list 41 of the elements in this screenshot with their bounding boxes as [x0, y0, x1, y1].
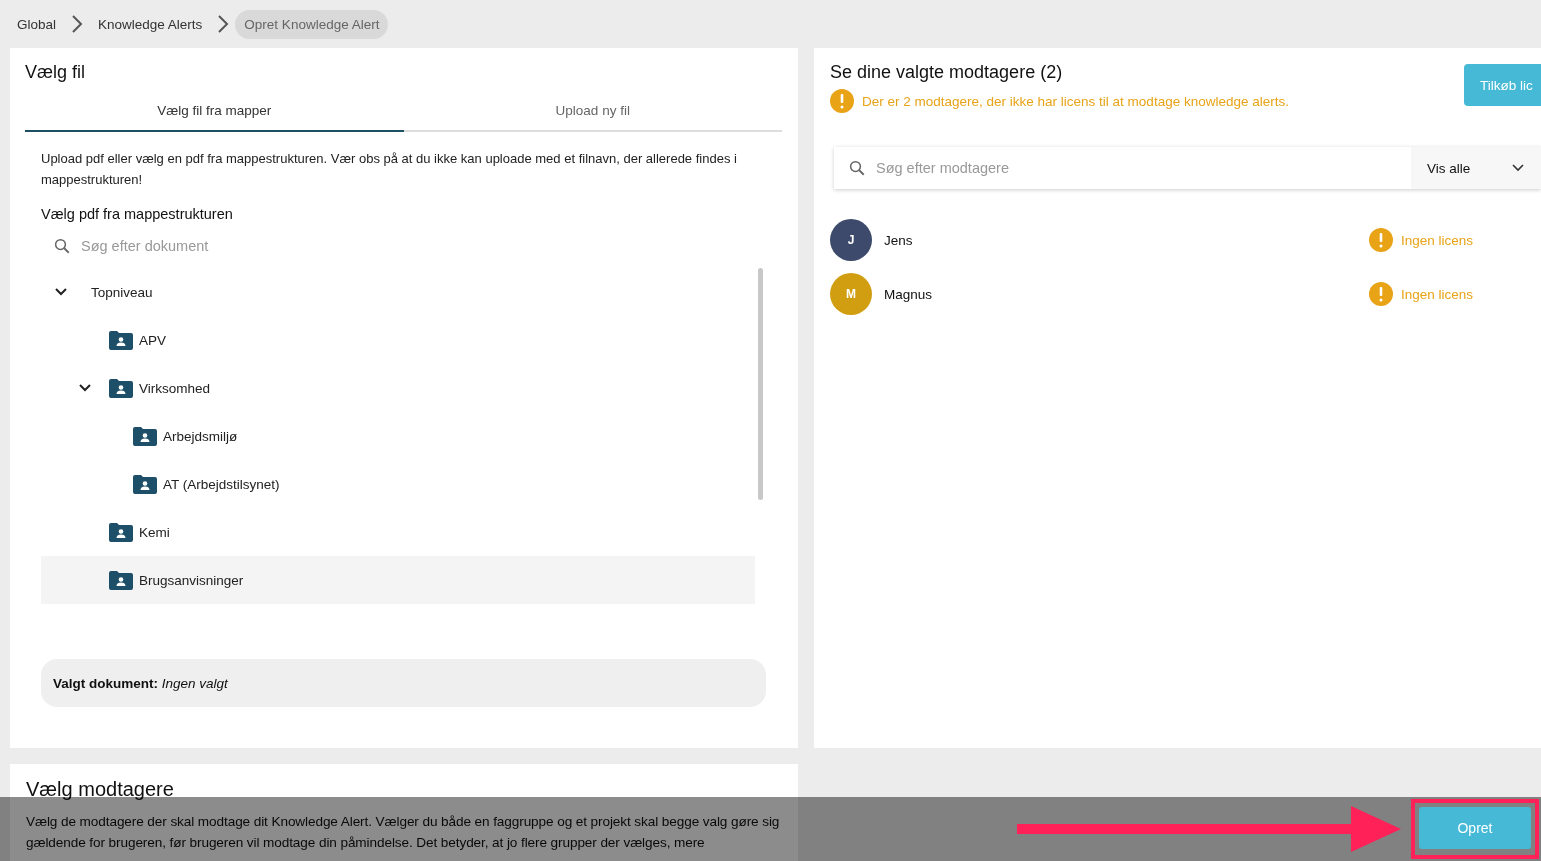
folder-icon: [109, 330, 133, 350]
tree-item[interactable]: Arbejdsmiljø: [41, 412, 755, 460]
tree-item[interactable]: Brugsanvisninger: [41, 556, 755, 604]
folder-icon: [133, 426, 157, 446]
description-text: Vælg de modtagere der skal modtage dit Knowledge Alert. Vælger du både en faggruppe og et projekt skal begge valg gøre sig gældende for brugeren, før brugeren vil modtage din påmindelse. Det betyder, at jo flere grupper der vælges, mere: [26, 813, 781, 852]
section-title: Vælg pdf fra mappestrukturen: [41, 206, 234, 222]
breadcrumb-link[interactable]: Opret Knowledge Alert: [235, 9, 389, 39]
breadcrumb-link[interactable]: Knowledge Alerts: [89, 9, 212, 39]
tree-item[interactable]: Kemi: [41, 508, 755, 556]
warning-icon: [1369, 282, 1393, 306]
breadcrumb-link[interactable]: Global: [8, 9, 66, 39]
search-icon: [848, 159, 866, 177]
tree-item[interactable]: Virksomhed: [41, 364, 755, 412]
recipient-name: Jens: [884, 232, 914, 248]
intro-text: Upload pdf eller vælg en pdf fra mappestrukturen. Vær obs på at du ikke kan uploade med et filnavn, der allerede findes i mappestrukturen!: [41, 150, 738, 189]
tree-item[interactable]: AT (Arbejdstilsynet): [41, 460, 755, 508]
selected-document: Valgt dokument: Ingen valgt: [41, 659, 766, 707]
tab[interactable]: Vælg fil fra mapper: [25, 93, 404, 132]
recipient-name: Magnus: [884, 286, 934, 302]
chevron-right-icon: [71, 14, 84, 34]
avatar: J: [830, 219, 872, 261]
warning-icon: [830, 89, 854, 113]
tree-item[interactable]: Topniveau: [41, 268, 755, 316]
folder-icon: [109, 570, 133, 590]
folder-icon: [109, 522, 133, 542]
warning-icon: [1369, 228, 1393, 252]
section-title: Vælg modtagere: [26, 778, 175, 801]
card-title: Vælg fil: [25, 62, 87, 83]
chevron-right-icon: [217, 14, 230, 34]
folder-icon: [109, 378, 133, 398]
avatar: M: [830, 273, 872, 315]
tab[interactable]: Upload ny fil: [403, 93, 782, 132]
scrollbar[interactable]: [758, 268, 763, 500]
card-title: Se dine valgte modtagere (2): [830, 62, 1064, 83]
license-status: Ingen licens: [1401, 232, 1474, 248]
warning-text: Der er 2 modtagere, der ikke har licens til at modtage knowledge alerts.: [862, 93, 1289, 109]
search-icon: [53, 237, 71, 255]
folder-icon: [133, 474, 157, 494]
license-status: Ingen licens: [1401, 286, 1474, 302]
filter-dropdown[interactable]: Vis alle: [1411, 147, 1541, 189]
tree-item[interactable]: APV: [41, 316, 755, 364]
